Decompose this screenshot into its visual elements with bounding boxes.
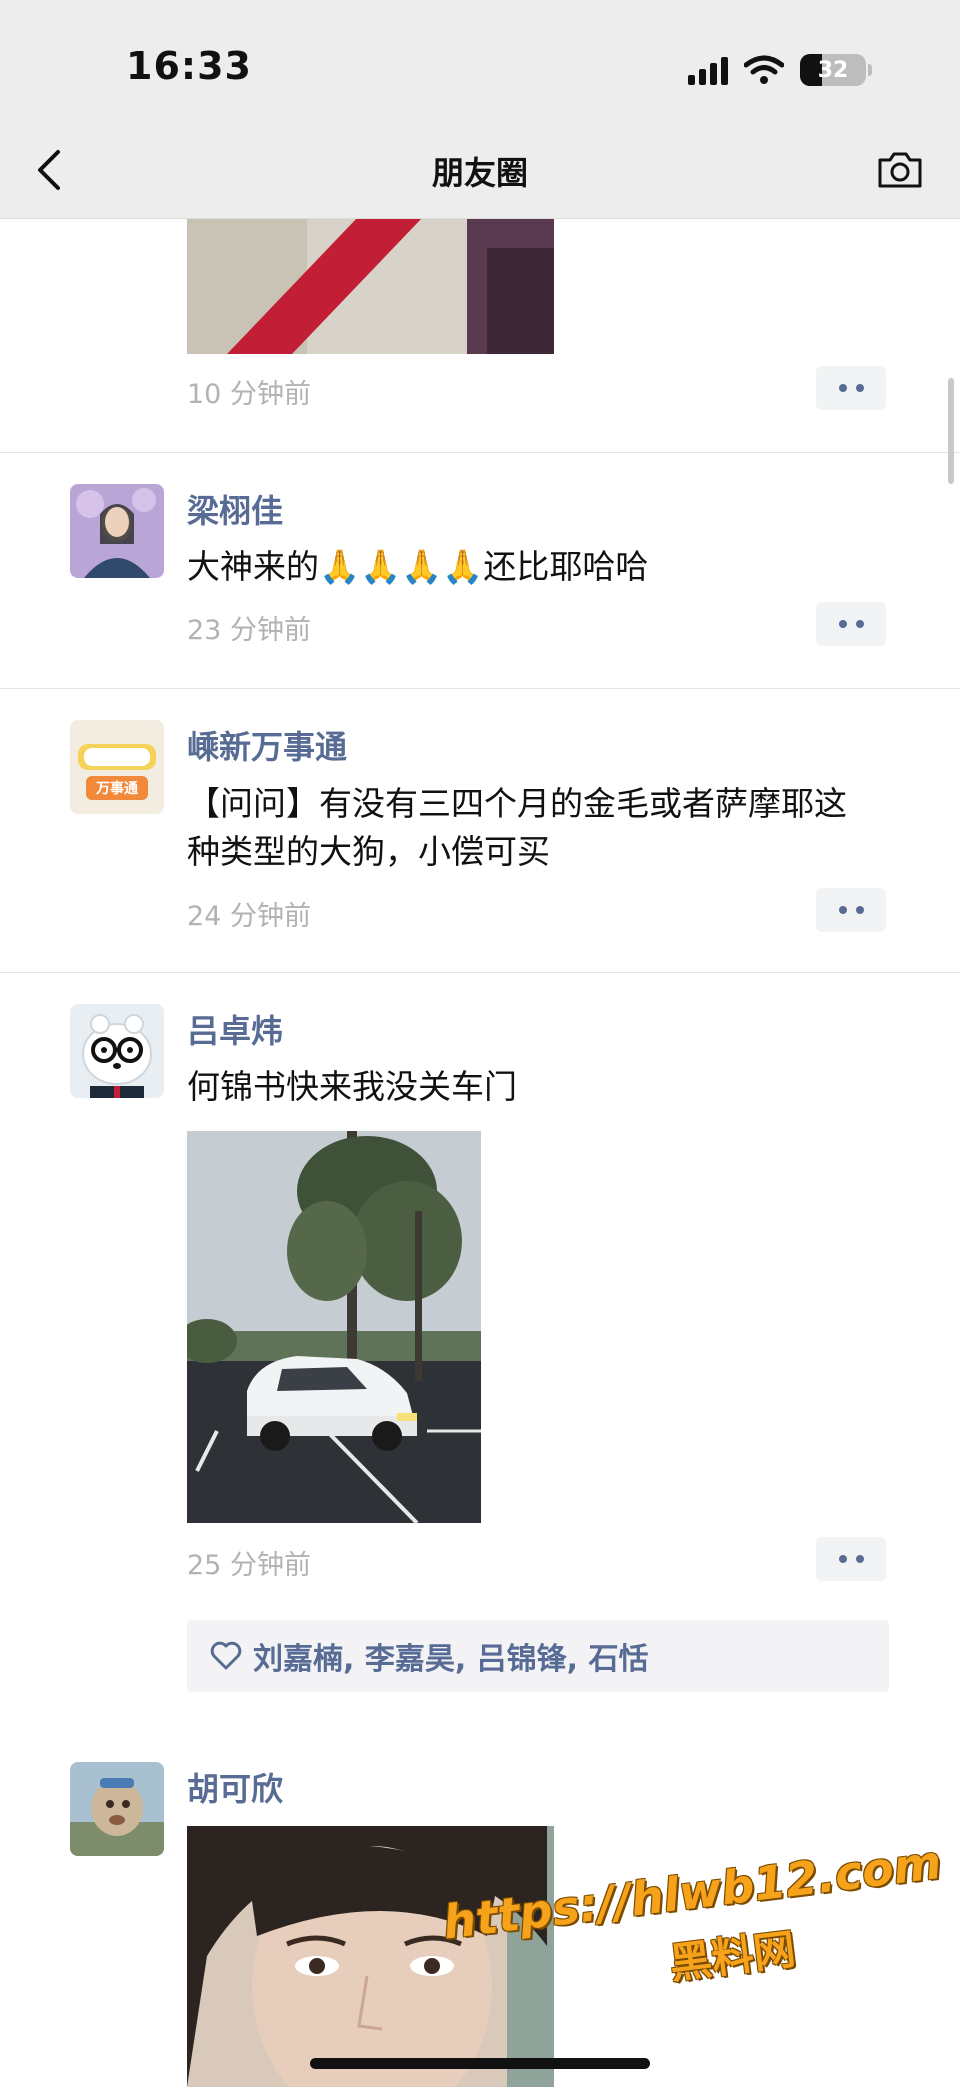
camera-icon[interactable]: [876, 148, 924, 190]
post-time: 24 分钟前: [187, 901, 311, 932]
home-indicator[interactable]: [310, 2058, 650, 2069]
wifi-icon: [744, 55, 784, 84]
post-photo[interactable]: [187, 1131, 481, 1523]
status-icons: 32: [688, 52, 872, 88]
post-more-button[interactable]: [816, 602, 886, 646]
post-text: 大神来的🙏🙏🙏🙏还比耶哈哈: [187, 544, 887, 590]
top-bar: 16:33 32 朋友圈: [0, 0, 960, 219]
status-time: 16:33: [126, 44, 252, 88]
avatar[interactable]: 万事通: [70, 720, 164, 814]
avatar[interactable]: [70, 1762, 164, 1856]
cellular-signal-icon: [688, 55, 728, 85]
author-name[interactable]: 胡可欣: [187, 1764, 283, 1810]
post-text-part: 大神来的: [187, 547, 319, 586]
avatar-label: 万事通: [96, 781, 138, 797]
author-name[interactable]: 嵊新万事通: [187, 722, 347, 768]
cropped-photo-image: [187, 218, 554, 354]
avatar[interactable]: [70, 484, 164, 578]
scrollbar[interactable]: [948, 378, 954, 484]
post-more-button[interactable]: [816, 1537, 886, 1581]
post-divider: [0, 688, 960, 689]
watermark-name: 黑料网: [667, 1924, 799, 1989]
car-parking-photo: [187, 1131, 481, 1523]
post-text: 何锦书快来我没关车门: [187, 1067, 517, 1106]
battery-tip: [868, 64, 872, 76]
likes-panel: 刘嘉楠, 李嘉昊, 吕锦锋, 石恬: [187, 1620, 889, 1692]
avatar[interactable]: [70, 1004, 164, 1098]
likes-names[interactable]: 刘嘉楠, 李嘉昊, 吕锦锋, 石恬: [253, 1634, 649, 1678]
post-divider: [0, 452, 960, 453]
author-name[interactable]: 梁栩佳: [187, 486, 283, 532]
battery-icon: 32: [800, 54, 866, 86]
heart-icon: [210, 1641, 242, 1670]
post-divider: [0, 972, 960, 973]
pray-emoji: 🙏🙏🙏🙏: [319, 547, 484, 586]
post-time: 10 分钟前: [187, 379, 311, 410]
post-more-button[interactable]: [816, 888, 886, 932]
author-name[interactable]: 吕卓炜: [187, 1006, 283, 1052]
post-time: 23 分钟前: [187, 615, 311, 646]
post-text: 【问问】有没有三四个月的金毛或者萨摩耶这种类型的大狗，小偿可买: [187, 784, 847, 871]
post-time: 25 分钟前: [187, 1550, 311, 1581]
post-photo[interactable]: [187, 218, 554, 354]
post-more-button[interactable]: [816, 366, 886, 410]
page-title: 朋友圈: [431, 154, 528, 192]
battery-level: 32: [817, 57, 849, 83]
post-text-part: 还比耶哈哈: [483, 547, 649, 586]
